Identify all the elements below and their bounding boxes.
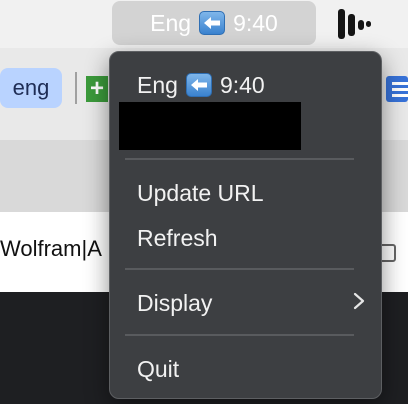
menubar-status-item[interactable]: Eng 9:40 (112, 1, 316, 45)
menubar-time: 9:40 (233, 9, 278, 36)
menu-bar: Eng 9:40 (0, 0, 408, 48)
status-menu: Eng 9:40 Update URL Refresh Display Quit (109, 51, 382, 399)
menu-item-label: Display (137, 289, 213, 316)
menu-item-display[interactable]: Display (137, 288, 369, 318)
chevron-right-icon (353, 290, 365, 316)
screen: eng + Wolfram|A Eng 9:40 Eng 9:40 Update… (0, 0, 408, 404)
menu-header: Eng 9:40 (137, 70, 265, 100)
tab-eng[interactable]: eng (0, 68, 62, 108)
redacted-block (119, 102, 301, 150)
add-icon[interactable]: + (86, 75, 108, 102)
background-content-text: Wolfram|A (0, 236, 102, 261)
menu-header-language: Eng (137, 71, 178, 98)
menu-item-refresh[interactable]: Refresh (137, 223, 369, 253)
menu-item-label: Quit (137, 355, 180, 382)
menu-item-update-url[interactable]: Update URL (137, 178, 369, 208)
tab-separator (75, 72, 77, 104)
menubar-language: Eng (150, 9, 192, 36)
menu-item-quit[interactable]: Quit (137, 354, 369, 384)
menu-divider (125, 158, 354, 160)
menu-header-time: 9:40 (219, 71, 265, 98)
menu-item-label: Refresh (137, 224, 218, 251)
back-arrow-icon (185, 73, 212, 97)
menu-divider (125, 268, 354, 270)
audio-app-icon[interactable] (336, 6, 372, 42)
back-arrow-icon (199, 11, 226, 35)
menu-divider (125, 334, 354, 336)
hamburger-icon[interactable] (386, 76, 408, 102)
menu-item-label: Update URL (137, 179, 264, 206)
